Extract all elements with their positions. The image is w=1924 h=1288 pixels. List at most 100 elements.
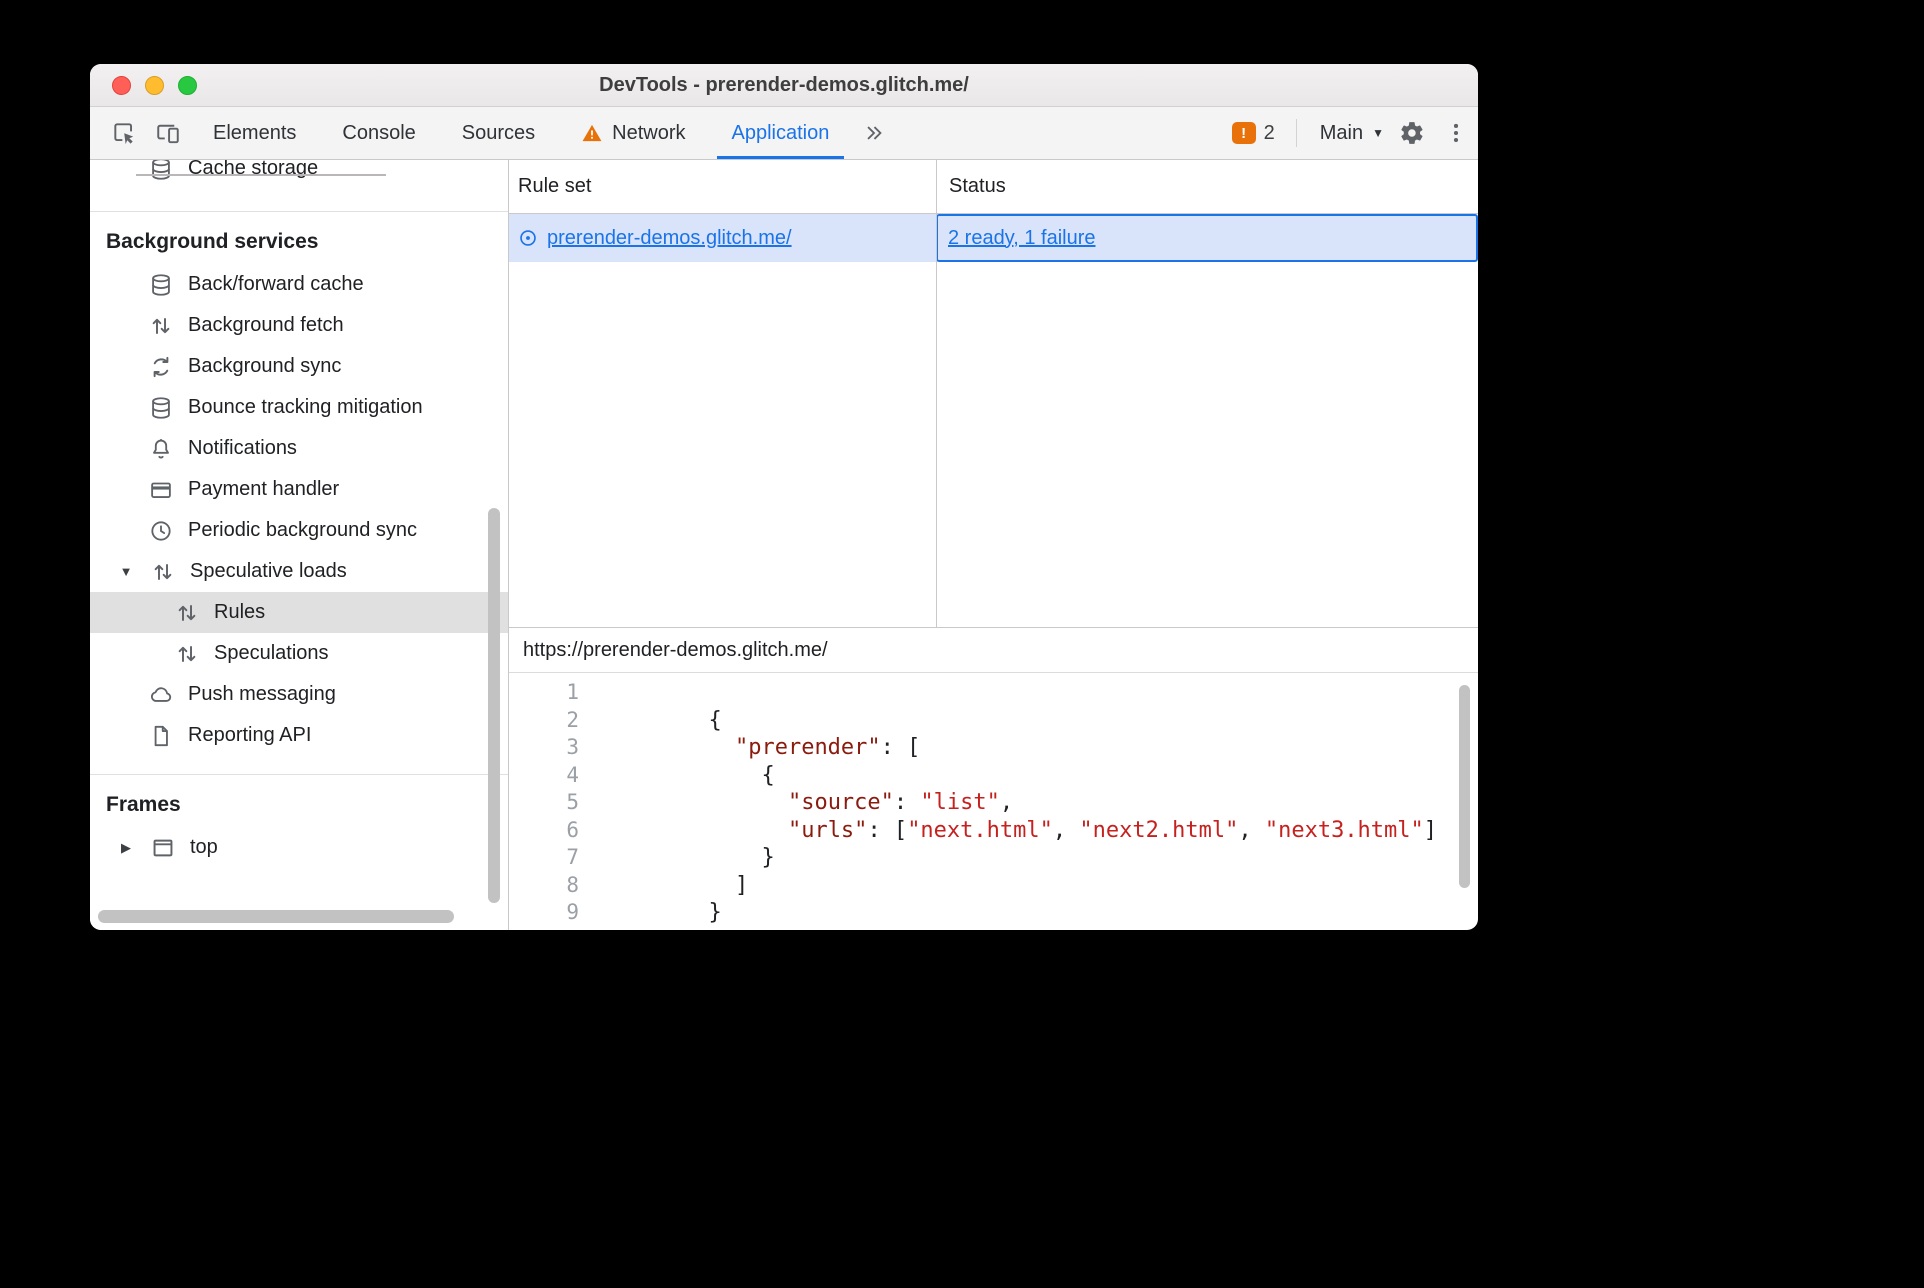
line-number: 9 <box>566 900 579 924</box>
window-title: DevTools - prerender-demos.glitch.me/ <box>599 73 969 96</box>
sidebar-vertical-scrollbar[interactable] <box>488 508 500 903</box>
status-cell[interactable]: 2 ready, 1 failure <box>936 214 1478 262</box>
kebab-menu-icon <box>1443 120 1469 146</box>
sidebar-item-label: Speculations <box>214 642 329 664</box>
code-text: "prerender": [ <box>734 735 921 760</box>
more-options-button[interactable] <box>1434 107 1478 159</box>
inspect-cursor-icon <box>111 120 137 146</box>
clock-icon <box>148 518 174 544</box>
issues-badge[interactable]: ! 2 <box>1231 107 1275 159</box>
code-line: 9 } <box>509 899 1478 927</box>
sidebar-item-label: Notifications <box>188 437 297 459</box>
tab-label: Elements <box>213 121 297 144</box>
database-icon <box>148 160 174 182</box>
device-toolbar-button[interactable] <box>146 107 190 159</box>
devtools-window: DevTools - prerender-demos.glitch.me/ El… <box>90 64 1478 930</box>
collapse-caret-icon[interactable]: ▶ <box>116 840 136 856</box>
database-icon <box>148 395 174 421</box>
line-number: 3 <box>566 735 579 759</box>
sidebar-item-label: Background fetch <box>188 314 344 336</box>
sidebar-item-label: Push messaging <box>188 683 336 705</box>
chevron-down-icon: ▼ <box>1372 126 1384 140</box>
sync-arrows-icon <box>148 354 174 380</box>
tab-label: Console <box>342 121 416 144</box>
tab-application[interactable]: Application <box>709 107 853 159</box>
toolbar-divider <box>1295 119 1297 147</box>
minimize-button[interactable] <box>145 75 164 95</box>
code-text: "source": "list", <box>787 790 1014 815</box>
devtools-toolbar: Elements Console Sources Network Applica… <box>90 107 1478 160</box>
sidebar-item-label: Periodic background sync <box>188 519 418 541</box>
sidebar-item-push-messaging[interactable]: Push messaging <box>90 674 508 715</box>
sidebar-item-background-fetch[interactable]: Background fetch <box>90 305 508 346</box>
payment-card-icon <box>148 477 174 503</box>
tab-elements[interactable]: Elements <box>190 107 319 159</box>
sidebar-item-reporting-api[interactable]: Reporting API <box>90 715 508 756</box>
more-tabs-button[interactable] <box>852 107 896 159</box>
sidebar-horizontal-scrollbar[interactable] <box>98 910 454 923</box>
table-header-row: Rule set Status <box>509 160 1478 214</box>
expand-caret-icon[interactable]: ▼ <box>116 564 136 579</box>
sidebar-item-rules[interactable]: Rules <box>90 592 508 633</box>
issues-count: 2 <box>1263 121 1275 144</box>
table-row: prerender-demos.glitch.me/ 2 ready, 1 fa… <box>509 214 1478 262</box>
background-services-header: Background services <box>106 230 319 253</box>
tab-network[interactable]: Network <box>558 107 708 159</box>
code-line: 1 <box>509 679 1478 707</box>
tab-sources[interactable]: Sources <box>439 107 558 159</box>
sidebar-item-cache-storage[interactable]: Cache storage <box>90 160 508 189</box>
settings-button[interactable] <box>1390 107 1434 159</box>
inspect-element-button[interactable] <box>102 107 146 159</box>
cloud-icon <box>148 682 174 708</box>
rule-set-cell[interactable]: prerender-demos.glitch.me/ <box>509 214 936 262</box>
devtools-content: Cache storage Background services Back/f… <box>90 160 1478 930</box>
code-vertical-scrollbar[interactable] <box>1459 685 1470 888</box>
code-line: 4 { <box>509 762 1478 790</box>
tab-label: Application <box>731 121 830 144</box>
sidebar-item-notifications[interactable]: Notifications <box>90 428 508 469</box>
code-viewer: 12 {3 "prerender": [4 {5 "source": "list… <box>509 673 1478 930</box>
sidebar-item-payment-handler[interactable]: Payment handler <box>90 469 508 510</box>
sidebar-item-speculations[interactable]: Speculations <box>90 633 508 674</box>
frames-header: Frames <box>106 793 181 816</box>
tab-label: Sources <box>461 121 536 144</box>
code-text: } <box>629 845 775 870</box>
device-toolbar-icon <box>155 120 181 146</box>
application-sidebar: Cache storage Background services Back/f… <box>90 160 509 930</box>
sidebar-item-top-frame[interactable]: ▶ top <box>90 827 508 868</box>
tab-console[interactable]: Console <box>319 107 438 159</box>
zoom-button[interactable] <box>178 75 197 95</box>
code-line: 5 "source": "list", <box>509 789 1478 817</box>
issues-warning-icon: ! <box>1231 122 1256 144</box>
rule-set-link[interactable]: prerender-demos.glitch.me/ <box>547 227 792 250</box>
gear-icon <box>1399 120 1425 146</box>
bell-icon <box>148 436 174 462</box>
warning-icon <box>581 122 603 144</box>
sidebar-item-speculative-loads[interactable]: ▼ Speculative loads <box>90 551 508 592</box>
code-line: 6 "urls": ["next.html", "next2.html", "n… <box>509 817 1478 845</box>
tab-label: Network <box>612 121 686 144</box>
rule-set-source-url: https://prerender-demos.glitch.me/ <box>509 628 1478 673</box>
line-number: 8 <box>566 872 579 897</box>
line-number: 4 <box>566 762 579 787</box>
database-icon <box>148 272 174 298</box>
sidebar-item-label: Background sync <box>188 355 342 377</box>
code-text: "urls": ["next.html", "next2.html", "nex… <box>787 817 1438 843</box>
sidebar-item-periodic-background-sync[interactable]: Periodic background sync <box>90 510 508 551</box>
target-selector-label: Main <box>1319 121 1364 144</box>
sidebar-item-background-sync[interactable]: Background sync <box>90 346 508 387</box>
status-link[interactable]: 2 ready, 1 failure <box>948 227 1096 250</box>
sidebar-item-label: Bounce tracking mitigation <box>188 396 423 418</box>
arrows-up-down-icon <box>174 600 200 626</box>
close-button[interactable] <box>112 75 131 95</box>
arrows-up-down-icon <box>150 559 176 585</box>
code-text: { <box>629 762 775 788</box>
code-text: } <box>629 900 722 925</box>
code-line: 8 ] <box>509 872 1478 900</box>
sidebar-item-back-forward-cache[interactable]: Back/forward cache <box>90 264 508 305</box>
arrows-up-down-icon <box>174 641 200 667</box>
sidebar-item-bounce-tracking-mitigation[interactable]: Bounce tracking mitigation <box>90 387 508 428</box>
window-titlebar[interactable]: DevTools - prerender-demos.glitch.me/ <box>90 64 1478 107</box>
speculation-rules-icon <box>517 227 539 249</box>
target-selector-dropdown[interactable]: Main ▼ <box>1314 107 1390 159</box>
